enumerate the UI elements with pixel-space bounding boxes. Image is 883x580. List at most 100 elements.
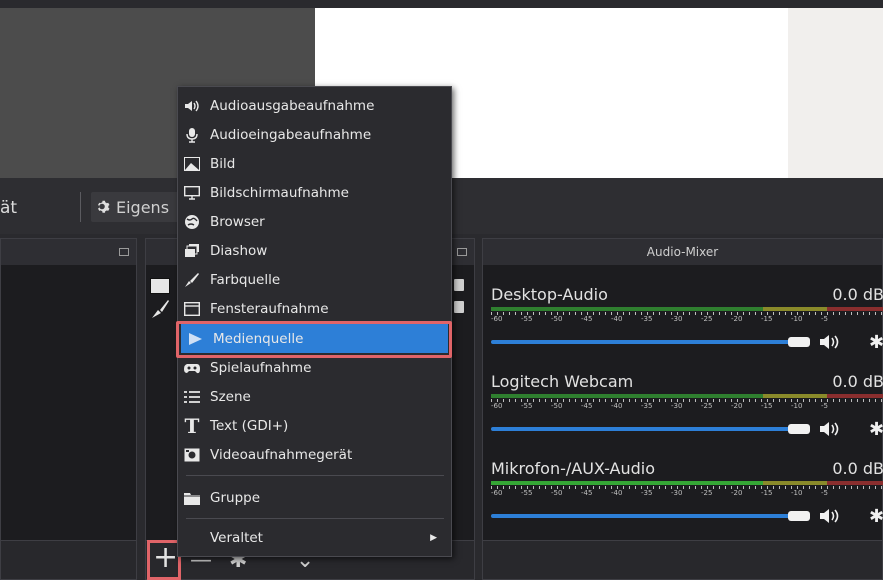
toolbar-left-text: ät (0, 198, 18, 218)
menu-item-label: Farbquelle (210, 271, 281, 288)
camera-icon (183, 446, 201, 464)
menu-item-audioausgabeaufnahme[interactable]: Audioausgabeaufnahme (178, 91, 451, 120)
menu-separator (186, 475, 444, 476)
properties-label: Eigens (116, 197, 170, 217)
meter-tick-label: -10 (791, 315, 803, 323)
meter-tick-label: -10 (791, 402, 803, 410)
meter-tick-label: -50 (551, 489, 563, 497)
meter-tick-label: -45 (581, 489, 593, 497)
menu-item-browser[interactable]: Browser (178, 207, 451, 236)
meter-tick-label: -15 (761, 402, 773, 410)
meter-tick-label: -40 (611, 402, 623, 410)
meter-tick-label: -45 (581, 402, 593, 410)
submenu-arrow-icon: ▶ (430, 532, 437, 543)
scenes-footer (1, 540, 136, 579)
meter-tick-label: -35 (641, 315, 653, 323)
monitor-icon (183, 184, 201, 202)
speaker-icon[interactable] (818, 420, 842, 438)
dock-float-icon[interactable] (457, 248, 467, 256)
volume-slider[interactable] (491, 427, 791, 431)
menu-item-videoaufnahmegeraet[interactable]: Videoaufnahmegerät (178, 440, 451, 469)
properties-button[interactable]: Eigens (91, 192, 186, 222)
menu-item-text[interactable]: T Text (GDI+) (178, 411, 451, 440)
meter-tick-label: -20 (731, 402, 743, 410)
mixer-footer (483, 540, 882, 579)
audio-mixer-panel: Audio-Mixer Desktop-Audio 0.0 dB -60 -55-… (482, 238, 883, 580)
menu-item-label: Gruppe (210, 489, 261, 506)
image-icon (183, 155, 201, 173)
meter-tick-labels: -60 -55 -50 -45 -40 -35 -30 -25 -20 -15 -10 -5 (491, 485, 883, 501)
volume-slider-handle[interactable] (788, 424, 810, 434)
channel-db: 0.0 dB (832, 459, 883, 478)
meter-tick-label: -15 (761, 489, 773, 497)
menu-item-farbquelle[interactable]: Farbquelle (178, 265, 451, 294)
menu-item-label: Audioausgabeaufnahme (210, 97, 375, 114)
preview-scene-right (788, 8, 883, 178)
volume-slider[interactable] (491, 514, 791, 518)
dock-float-icon[interactable] (119, 248, 129, 256)
menu-item-label: Videoaufnahmegerät (210, 446, 353, 463)
volume-slider[interactable] (491, 340, 791, 344)
meter-tick-label: -45 (581, 315, 593, 323)
menu-item-diashow[interactable]: Diashow (178, 236, 451, 265)
lock-icon[interactable] (454, 301, 464, 313)
meter-tick-label: -25 (701, 489, 713, 497)
menu-item-label: Bild (210, 155, 236, 172)
meter-tick-label: -10 (791, 489, 803, 497)
microphone-icon (183, 126, 201, 144)
gear-icon[interactable]: ✱ (869, 506, 883, 527)
meter-tick-label: -40 (611, 489, 623, 497)
meter-tick-label: -50 (551, 315, 563, 323)
window-icon (183, 300, 201, 318)
meter-tick-label: -5 (821, 489, 828, 497)
meter-tick-label: -60 (491, 315, 503, 323)
meter-tick-label: -5 (821, 402, 828, 410)
gear-icon[interactable]: ✱ (869, 332, 883, 353)
meter-tick-label: -55 (521, 315, 533, 323)
channel-name: Logitech Webcam (491, 372, 634, 391)
meter-tick-label: -55 (521, 402, 533, 410)
channel-db: 0.0 dB (832, 372, 883, 391)
menu-item-bildschirmaufnahme[interactable]: Bildschirmaufnahme (178, 178, 451, 207)
menu-item-gruppe[interactable]: Gruppe (178, 483, 451, 512)
speaker-icon[interactable] (818, 333, 842, 351)
menu-item-label: Text (GDI+) (210, 417, 289, 434)
meter-tick-label: -35 (641, 402, 653, 410)
menu-item-label: Browser (210, 213, 265, 230)
volume-slider-handle[interactable] (788, 337, 810, 347)
meter-tick-labels: -60 -55 -50 -45 -40 -35 -30 -25 -20 -15 -10 -5 (491, 311, 883, 327)
channel-name: Mikrofon-/AUX-Audio (491, 459, 655, 478)
menu-item-veraltet[interactable]: Veraltet ▶ (178, 523, 451, 552)
speaker-icon (183, 97, 201, 115)
gear-icon (98, 200, 110, 213)
meter-tick-label: -60 (491, 402, 503, 410)
slideshow-icon (183, 242, 201, 260)
speaker-icon[interactable] (818, 507, 842, 525)
meter-tick-label: -15 (761, 315, 773, 323)
meter-tick-label: -40 (611, 315, 623, 323)
menu-item-label: Veraltet (210, 529, 263, 546)
menu-item-label: Diashow (210, 242, 268, 259)
folder-icon (183, 489, 201, 507)
menu-item-bild[interactable]: Bild (178, 149, 451, 178)
add-source-highlight (147, 540, 181, 580)
menu-item-label: Fensteraufnahme (210, 300, 329, 317)
meter-tick-label: -35 (641, 489, 653, 497)
meter-tick-label: -30 (671, 315, 683, 323)
gamepad-icon (183, 359, 201, 377)
meter-tick-label: -25 (701, 402, 713, 410)
menu-item-szene[interactable]: Szene (178, 382, 451, 411)
menu-item-fensteraufnahme[interactable]: Fensteraufnahme (178, 294, 451, 323)
gear-icon[interactable]: ✱ (869, 419, 883, 440)
globe-icon (183, 213, 201, 231)
lock-icon[interactable] (454, 279, 464, 291)
menu-item-audioeingabeaufnahme[interactable]: Audioeingabeaufnahme (178, 120, 451, 149)
meter-tick-label: -60 (491, 489, 503, 497)
volume-slider-handle[interactable] (788, 511, 810, 521)
meter-tick-label: -5 (821, 315, 828, 323)
camera-source-icon (150, 278, 170, 294)
meter-tick-label: -25 (701, 315, 713, 323)
meter-tick-labels: -60 -55 -50 -45 -40 -35 -30 -25 -20 -15 -10 -5 (491, 398, 883, 414)
meter-tick-label: -20 (731, 489, 743, 497)
menu-item-label: Audioeingabeaufnahme (210, 126, 372, 143)
